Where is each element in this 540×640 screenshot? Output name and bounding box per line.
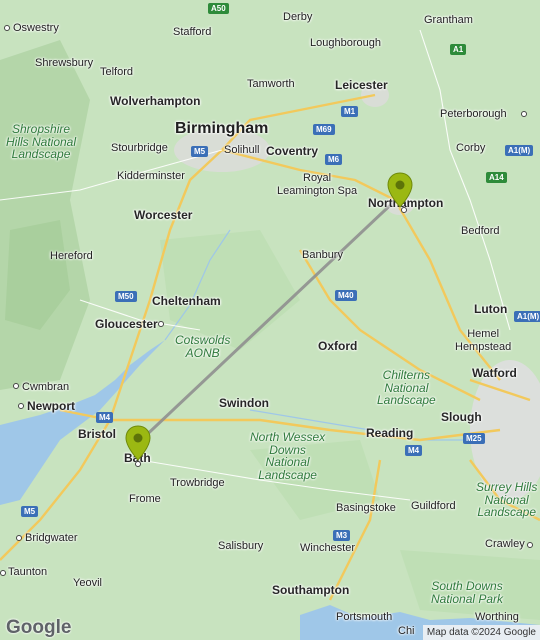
place-label[interactable]: Stourbridge <box>111 143 168 154</box>
road-shield: A1(M) <box>514 311 540 322</box>
place-label[interactable]: Birmingham <box>175 121 268 137</box>
place-label[interactable]: Trowbridge <box>170 478 225 489</box>
place-label[interactable]: Winchester <box>300 543 355 554</box>
map-base-layer <box>0 0 540 640</box>
park-label: North Wessex Downs National Landscape <box>250 430 326 482</box>
place-label[interactable]: Oswestry <box>13 23 59 34</box>
place-label[interactable]: Cheltenham <box>152 295 221 307</box>
place-label[interactable]: Worthing <box>475 612 519 623</box>
place-label[interactable]: Crawley <box>485 539 525 550</box>
road-shield: A1 <box>450 44 467 55</box>
place-label[interactable]: Basingstoke <box>336 503 396 514</box>
place-label[interactable]: Frome <box>129 494 161 505</box>
place-marker <box>16 535 22 541</box>
origin-pin-icon[interactable] <box>125 425 151 461</box>
place-marker <box>0 570 6 576</box>
place-label[interactable]: Bristol <box>78 428 116 440</box>
road-shield: A14 <box>486 172 507 183</box>
road-shield: M69 <box>313 124 335 135</box>
road-shield: M6 <box>325 154 343 165</box>
place-label[interactable]: Swindon <box>219 397 269 409</box>
place-label[interactable]: Reading <box>366 427 413 439</box>
place-label[interactable]: Peterborough <box>440 109 507 120</box>
place-label[interactable]: Stafford <box>173 27 211 38</box>
road-shield: M4 <box>96 412 114 423</box>
place-marker <box>18 403 24 409</box>
place-label[interactable]: Gloucester <box>95 318 158 330</box>
place-label[interactable]: Guildford <box>411 501 456 512</box>
place-label[interactable]: Kidderminster <box>117 171 185 182</box>
place-label[interactable]: Slough <box>441 411 482 423</box>
place-label[interactable]: Newport <box>27 400 75 412</box>
place-label[interactable]: Corby <box>456 143 485 154</box>
place-label[interactable]: Luton <box>474 303 507 315</box>
road-shield: M50 <box>115 291 137 302</box>
park-label: South Downs National Park <box>431 579 504 606</box>
place-label[interactable]: Loughborough <box>310 38 381 49</box>
place-label[interactable]: Leicester <box>335 79 388 91</box>
place-label[interactable]: Worcester <box>134 209 192 221</box>
park-label: Surrey Hills National Landscape <box>476 480 538 520</box>
place-label[interactable]: Yeovil <box>73 578 102 589</box>
map-attribution[interactable]: Map data ©2024 Google <box>422 625 540 640</box>
place-marker <box>135 461 141 467</box>
place-label[interactable]: Royal Leamington Spa <box>277 172 357 197</box>
place-marker <box>158 321 164 327</box>
place-label[interactable]: Derby <box>283 12 312 23</box>
place-label[interactable]: Banbury <box>302 250 343 261</box>
place-label[interactable]: Oxford <box>318 340 357 352</box>
road-shield: A1(M) <box>505 145 534 156</box>
place-label[interactable]: Wolverhampton <box>110 95 200 107</box>
road-shield: M4 <box>405 445 423 456</box>
place-marker <box>521 111 527 117</box>
map-canvas[interactable]: A50 A1 M5 M69 M1 M6 A1(M) A14 M50 M40 A1… <box>0 0 540 640</box>
road-shield: M25 <box>463 433 485 444</box>
place-label[interactable]: Bedford <box>461 226 500 237</box>
place-marker <box>13 383 19 389</box>
place-label[interactable]: Shrewsbury <box>35 58 93 69</box>
place-label[interactable]: Salisbury <box>218 541 263 552</box>
place-label[interactable]: Solihull <box>224 145 259 156</box>
road-shield: M40 <box>335 290 357 301</box>
place-marker <box>527 542 533 548</box>
place-label[interactable]: Hereford <box>50 251 93 262</box>
road-shield: M1 <box>341 106 359 117</box>
place-label[interactable]: Cwmbran <box>22 382 69 393</box>
place-marker <box>4 25 10 31</box>
place-label[interactable]: Bridgwater <box>25 533 78 544</box>
google-logo: Google <box>6 617 72 638</box>
road-shield: A50 <box>208 3 229 14</box>
place-label[interactable]: Watford <box>472 367 517 379</box>
place-label[interactable]: Taunton <box>8 567 47 578</box>
place-label[interactable]: Chi <box>398 626 415 637</box>
park-label: Shropshire Hills National Landscape <box>6 122 77 162</box>
place-label[interactable]: Telford <box>100 67 133 78</box>
road-shield: M3 <box>333 530 351 541</box>
place-label[interactable]: Southampton <box>272 584 349 596</box>
place-label[interactable]: Portsmouth <box>336 612 392 623</box>
park-label: Chilterns National Landscape <box>377 368 436 408</box>
place-label[interactable]: Coventry <box>266 145 318 157</box>
park-label: Cotswolds AONB <box>175 333 231 360</box>
place-label[interactable]: Tamworth <box>247 79 295 90</box>
destination-pin-icon[interactable] <box>387 172 413 208</box>
road-shield: M5 <box>21 506 39 517</box>
place-label[interactable]: Hemel Hempstead <box>455 328 511 353</box>
place-label[interactable]: Grantham <box>424 15 473 26</box>
road-shield: M5 <box>191 146 209 157</box>
